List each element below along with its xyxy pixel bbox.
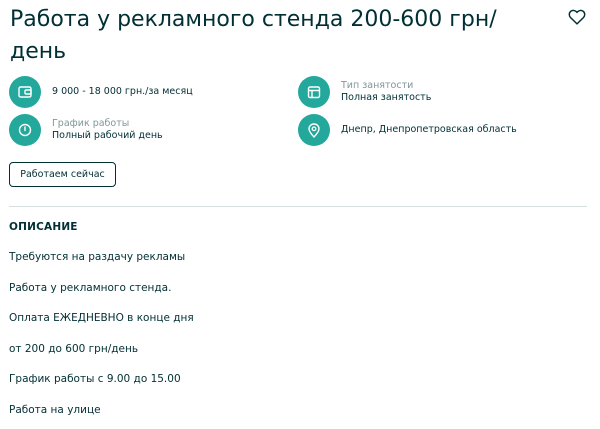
- schedule-attribute: График работы Полный рабочий день: [9, 114, 163, 146]
- schedule-value: Полный рабочий день: [52, 130, 163, 141]
- description-line: Работа на улице: [9, 403, 101, 416]
- heart-icon: [568, 9, 586, 25]
- favorite-button[interactable]: [566, 6, 588, 28]
- description-body: Требуются на раздачу рекламы Работа у ре…: [9, 250, 194, 429]
- working-now-button[interactable]: Работаем сейчас: [9, 162, 116, 187]
- description-line: График работы с 9.00 до 15.00: [9, 373, 181, 385]
- location-value: Днепр, Днепропетровская область: [341, 124, 517, 135]
- employment-type-attribute: Тип занятости Полная занятость: [298, 76, 431, 108]
- description-line: Требуются на раздачу рекламы: [9, 251, 186, 263]
- location-attribute: Днепр, Днепропетровская область: [298, 114, 517, 146]
- schedule-label: График работы: [52, 118, 130, 129]
- description-heading: ОПИСАНИЕ: [9, 221, 78, 233]
- description-line: Работа у рекламного стенда.: [9, 281, 172, 294]
- location-pin-icon: [298, 114, 330, 146]
- salary-value: 9 000 - 18 000 грн./за месяц: [52, 86, 193, 97]
- employment-type-label: Тип занятости: [341, 80, 414, 91]
- calendar-icon: [298, 76, 330, 108]
- salary-attribute: 9 000 - 18 000 грн./за месяц: [9, 76, 193, 108]
- description-line: Оплата ЕЖЕДНЕВНО в конце дня: [9, 312, 194, 324]
- wallet-icon: [9, 76, 41, 108]
- listing-title: Работа у рекламного стенда 200-600 грн/ …: [10, 7, 497, 64]
- clock-icon: [9, 114, 41, 146]
- description-line: от 200 до 600 грн/день: [9, 342, 139, 355]
- employment-type-value: Полная занятость: [341, 92, 432, 103]
- divider: [9, 206, 587, 207]
